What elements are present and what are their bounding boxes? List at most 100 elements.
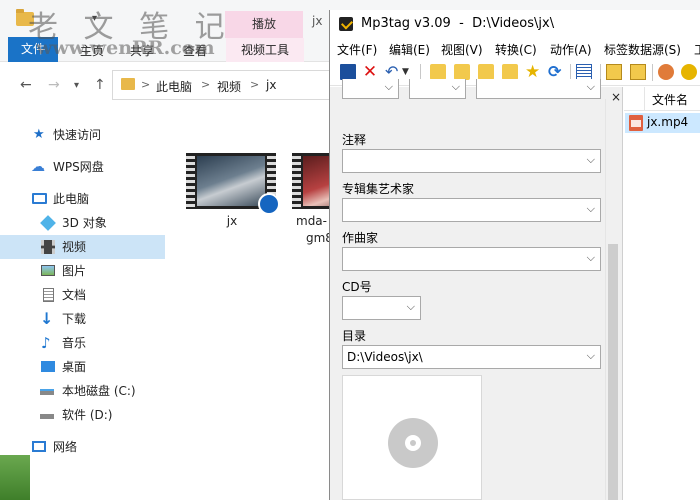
directory-label: 目录: [342, 329, 367, 343]
nav-label: 软件 (D:): [62, 408, 113, 422]
actions-icon[interactable]: [658, 64, 674, 80]
menu-convert[interactable]: 转换(C): [495, 41, 537, 58]
nav-label: 图片: [62, 264, 87, 278]
directory-value: D:\Videos\jx\: [347, 350, 423, 364]
window-title: Mp3tag v3.09 - D:\Videos\jx\: [361, 16, 555, 31]
remove-tag-icon[interactable]: ✕: [362, 64, 378, 81]
music-icon: ♪: [41, 334, 51, 352]
file-label-mda-line1: mda-: [296, 214, 327, 228]
chevron-down-icon: ⌵: [586, 202, 595, 215]
picture-icon: [41, 265, 55, 276]
tag-panel: ⌵ ⌵ ⌵ 注释 ⌵ 专辑集艺术家 ⌵ 作曲家 ⌵ CD号 ⌵ 目录 D:\Vi…: [330, 79, 623, 500]
nav-label: 本地磁盘 (C:): [62, 384, 136, 398]
directory-combo[interactable]: D:\Videos\jx\ ⌵: [342, 345, 601, 369]
mp4-file-icon: [629, 115, 643, 131]
nav-item-software-d[interactable]: 软件 (D:): [0, 403, 165, 427]
mp3tag-logo-icon: [339, 17, 353, 31]
album-artist-combo[interactable]: ⌵: [342, 198, 601, 222]
nav-item-3d-objects[interactable]: 3D 对象: [0, 211, 165, 235]
quick-actions-icon[interactable]: [681, 64, 697, 80]
menu-actions[interactable]: 动作(A): [550, 41, 592, 58]
chevron-down-icon: ⌵: [406, 300, 415, 313]
nav-item-pictures[interactable]: 图片: [0, 259, 165, 283]
composer-label: 作曲家: [342, 231, 379, 245]
breadcrumb-this-pc[interactable]: 此电脑: [156, 78, 192, 95]
file-list-header: 文件名: [624, 87, 700, 111]
nav-label: 视频: [62, 240, 87, 254]
up-arrow-icon[interactable]: ↑: [94, 77, 106, 93]
file-row[interactable]: jx.mp4: [625, 113, 700, 133]
save-icon[interactable]: [340, 64, 356, 80]
chevron-down-icon: ⌵: [384, 80, 393, 93]
column-header-filename[interactable]: 文件名: [652, 91, 688, 108]
mp3tag-title-bar: Mp3tag v3.09 - D:\Videos\jx\: [330, 10, 700, 38]
breadcrumb-videos[interactable]: 视频: [217, 78, 241, 95]
file-list: 文件名 jx.mp4: [624, 87, 700, 500]
open-folder-icon[interactable]: [478, 64, 494, 80]
ribbon-context-tab-play[interactable]: 播放: [225, 11, 303, 38]
undo-dropdown-chevron-icon[interactable]: ▼: [402, 64, 412, 80]
menu-tools[interactable]: 工: [694, 41, 700, 58]
refresh-icon[interactable]: ⟳: [548, 64, 564, 80]
star-icon[interactable]: ★: [525, 64, 541, 81]
menu-tag-sources[interactable]: 标签数据源(S): [604, 41, 681, 58]
scrollbar-thumb[interactable]: [608, 244, 618, 500]
nav-label: 网络: [53, 440, 78, 454]
nav-label: 桌面: [62, 360, 87, 374]
nav-item-documents[interactable]: 文档: [0, 283, 165, 307]
chevron-down-icon: ⌵: [451, 80, 460, 93]
folder-icon: [121, 78, 135, 90]
nav-item-quick-access[interactable]: ★ 快速访问: [0, 123, 165, 147]
track-combo[interactable]: ⌵: [409, 79, 466, 99]
nav-label: 文档: [62, 288, 87, 302]
navigation-pane: ★ 快速访问 ☁ WPS网盘 此电脑 3D 对象 视频 图片 文档 ↓ 下载 ♪…: [0, 118, 165, 500]
favorites-folder-icon[interactable]: [502, 64, 518, 80]
video-thumbnail: [292, 153, 332, 209]
computer-icon: [32, 193, 47, 204]
filename-to-tag-icon[interactable]: [630, 64, 646, 80]
composer-combo[interactable]: ⌵: [342, 247, 601, 271]
column-divider[interactable]: [644, 87, 645, 111]
drive-icon: [40, 414, 54, 419]
recent-locations-chevron-icon[interactable]: ▾: [74, 80, 79, 91]
nav-item-videos[interactable]: 视频: [0, 235, 165, 259]
menu-view[interactable]: 视图(V): [441, 41, 483, 58]
cd-disc-icon: [388, 418, 438, 468]
chevron-down-icon: ⌵: [586, 153, 595, 166]
add-directory-icon[interactable]: [454, 64, 470, 80]
network-icon: [32, 441, 46, 452]
change-directory-icon[interactable]: [430, 64, 446, 80]
nav-label: 音乐: [62, 336, 87, 350]
comment-combo[interactable]: ⌵: [342, 149, 601, 173]
back-arrow-icon[interactable]: ←: [20, 77, 32, 93]
nav-item-this-pc[interactable]: 此电脑: [0, 187, 165, 211]
nav-item-local-disk-c[interactable]: 本地磁盘 (C:): [0, 379, 165, 403]
undo-icon[interactable]: ↶: [385, 64, 401, 80]
nav-item-downloads[interactable]: ↓ 下载: [0, 307, 165, 331]
cover-art-box[interactable]: [342, 375, 482, 500]
toolbar-separator: [652, 64, 653, 81]
mp3tag-window: Mp3tag v3.09 - D:\Videos\jx\ 文件(F) 编辑(E)…: [329, 10, 700, 500]
ribbon-tab-video-tools[interactable]: 视频工具: [226, 38, 304, 62]
file-item-mda[interactable]: [292, 153, 332, 213]
breadcrumb-jx[interactable]: jx: [266, 78, 276, 92]
document-icon: [43, 288, 54, 302]
tag-to-filename-icon[interactable]: [606, 64, 622, 80]
cd-number-combo[interactable]: ⌵: [342, 296, 421, 320]
tag-panel-scrollbar[interactable]: [605, 99, 619, 500]
close-panel-icon[interactable]: ×: [611, 90, 621, 104]
nav-item-desktop[interactable]: 桌面: [0, 355, 165, 379]
tag-panel-icon[interactable]: [576, 64, 592, 80]
year-combo[interactable]: ⌵: [342, 79, 399, 99]
menu-file[interactable]: 文件(F): [337, 41, 377, 58]
genre-combo[interactable]: ⌵: [476, 79, 601, 99]
forward-arrow-icon[interactable]: →: [48, 77, 60, 93]
nav-item-wps-drive[interactable]: ☁ WPS网盘: [0, 155, 165, 179]
nav-label: 快速访问: [53, 128, 102, 142]
album-artist-label: 专辑集艺术家: [342, 182, 415, 196]
menu-edit[interactable]: 编辑(E): [389, 41, 430, 58]
file-item-jx[interactable]: [186, 153, 286, 215]
menu-bar: 文件(F) 编辑(E) 视图(V) 转换(C) 动作(A) 标签数据源(S) 工: [330, 38, 700, 60]
nav-label: 此电脑: [53, 192, 90, 206]
nav-item-music[interactable]: ♪ 音乐: [0, 331, 165, 355]
